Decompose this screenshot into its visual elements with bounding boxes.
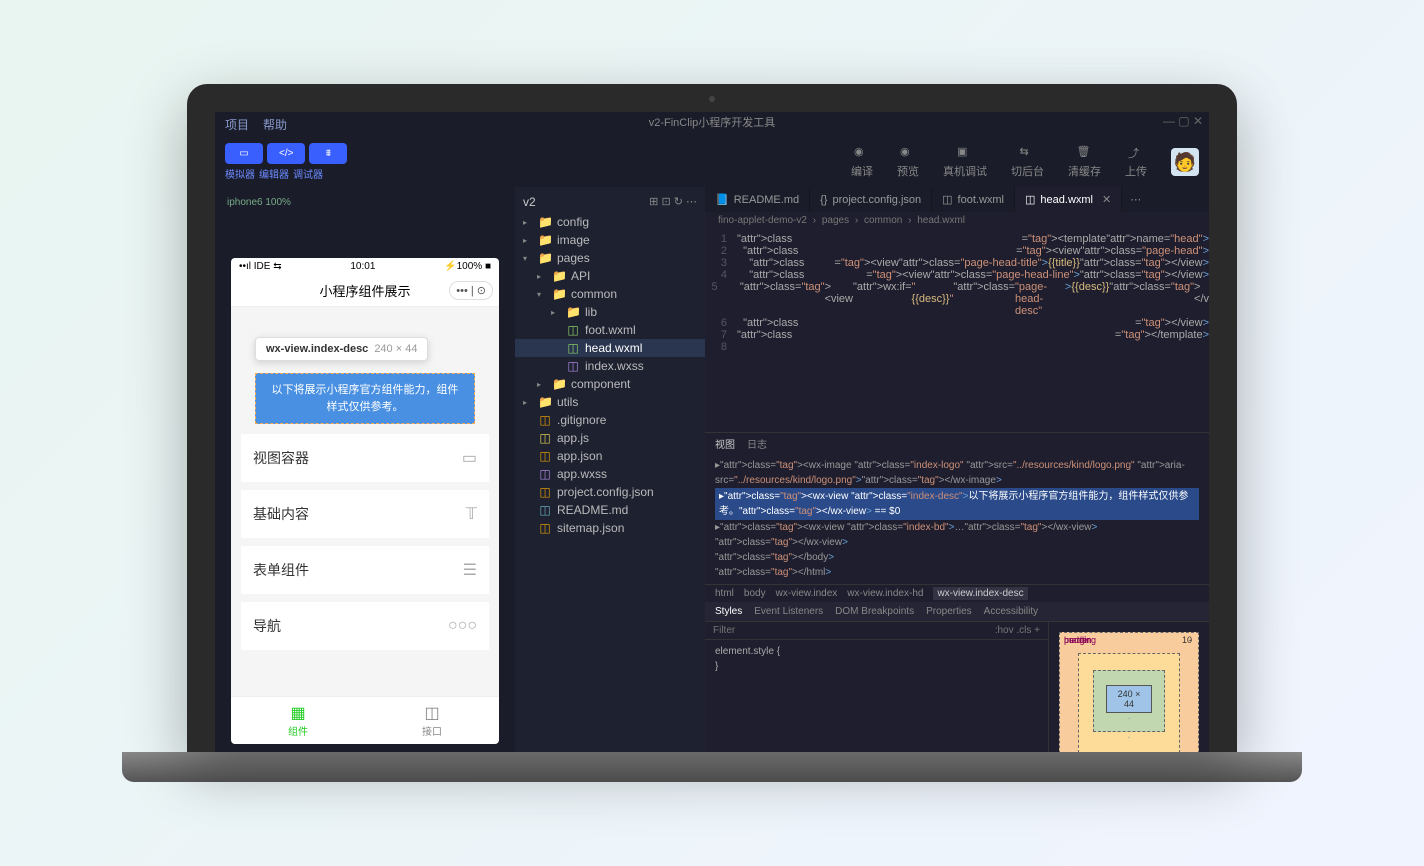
simulator-label: 模拟器 [225,166,255,181]
styles-tab[interactable]: Styles [715,606,742,617]
tab-api[interactable]: ◫接口 [365,697,499,744]
component-card[interactable]: 表单组件☰ [241,546,489,594]
editor-label: 编辑器 [259,166,289,181]
folder-item[interactable]: ▸📁component [515,375,705,393]
file-item[interactable]: ◫project.config.json [515,483,705,501]
folder-item[interactable]: ▸📁lib [515,303,705,321]
folder-item[interactable]: ▸📁utils [515,393,705,411]
toggle-simulator[interactable]: ▭ [225,143,263,164]
background-button[interactable]: ⇆切后台 [1003,145,1052,179]
explorer-actions[interactable]: ⊞ ⊡ ↻ ⋯ [649,195,697,209]
file-item[interactable]: ◫app.json [515,447,705,465]
dom-tree[interactable]: ▸"attr">class="tag"><wx-image "attr">cla… [705,454,1209,584]
file-item[interactable]: ◫index.wxss [515,357,705,375]
folder-item[interactable]: ▸📁config [515,213,705,231]
styles-filter[interactable] [713,625,995,636]
component-card[interactable]: 视图容器▭ [241,434,489,482]
file-item[interactable]: ◫sitemap.json [515,519,705,537]
menu-help[interactable]: 帮助 [263,116,287,133]
preview-button[interactable]: ◉预览 [889,145,927,179]
toggle-debugger[interactable]: ⩩ [309,143,347,164]
toolbar: ▭ </> ⩩ 模拟器 编辑器 调试器 ◉编译 ◉预览 ▣真机调试 ⇆切后台 🗑… [215,137,1209,187]
code-editor[interactable]: 1"attr">class="tag"><template "attr">nam… [705,229,1209,432]
devtools-tab-log[interactable]: 日志 [747,436,767,451]
styles-tab[interactable]: Properties [926,606,972,617]
editor-tabs: 📘README.md{}project.config.json◫foot.wxm… [705,187,1209,212]
app-title: 小程序组件展示 [319,281,410,300]
box-model: margin10 border- padding- 240 × 44 - - - [1049,622,1209,752]
styles-tab[interactable]: Accessibility [984,606,1038,617]
folder-item[interactable]: ▾📁common [515,285,705,303]
phone-preview: ••ıl IDE ⇆ 10:01 ⚡100% ■ 小程序组件展示 ••• | ⊙… [231,258,499,744]
file-item[interactable]: ◫app.wxss [515,465,705,483]
styles-tab[interactable]: Event Listeners [754,606,823,617]
folder-item[interactable]: ▸📁image [515,231,705,249]
menu-project[interactable]: 项目 [225,116,249,133]
devtools-panel: 视图 日志 ▸"attr">class="tag"><wx-image "att… [705,432,1209,752]
toggle-editor[interactable]: </> [267,143,305,164]
dom-breadcrumb[interactable]: htmlbodywx-view.indexwx-view.index-hdwx-… [705,584,1209,602]
file-item[interactable]: ◫README.md [515,501,705,519]
clear-cache-button[interactable]: 🗑清缓存 [1060,145,1109,179]
tabs-overflow[interactable]: ⋯ [1122,193,1149,206]
file-item[interactable]: ◫app.js [515,429,705,447]
capsule-button[interactable]: ••• | ⊙ [449,281,493,300]
component-card[interactable]: 基础内容𝕋 [241,490,489,538]
code-editor-panel: 📘README.md{}project.config.json◫foot.wxm… [705,187,1209,752]
user-avatar[interactable]: 🧑 [1171,148,1199,176]
styles-toggles[interactable]: :hov .cls + [995,625,1040,636]
file-item[interactable]: ◫.gitignore [515,411,705,429]
compile-button[interactable]: ◉编译 [843,145,881,179]
editor-tab[interactable]: ◫foot.wxml [932,187,1015,212]
phone-statusbar: ••ıl IDE ⇆ 10:01 ⚡100% ■ [231,258,499,275]
file-item[interactable]: ◫head.wxml [515,339,705,357]
folder-item[interactable]: ▸📁API [515,267,705,285]
window-title: v2-FinClip小程序开发工具 [647,112,778,132]
explorer-root[interactable]: v2 [523,195,536,209]
devtools-tab-view[interactable]: 视图 [715,436,735,451]
css-rules[interactable]: element.style {}</span><span class="css-… [705,640,1048,678]
tab-component[interactable]: ▦组件 [231,697,365,744]
editor-tab[interactable]: 📘README.md [705,187,810,212]
inspect-tooltip: wx-view.index-desc240 × 44 [255,337,428,361]
window-controls[interactable]: — ▢ ✕ [1163,114,1203,128]
breadcrumb[interactable]: fino-applet-demo-v2 › pages › common › h… [705,212,1209,229]
upload-button[interactable]: ⤴上传 [1117,145,1155,179]
simulator-panel: iphone6 100% ••ıl IDE ⇆ 10:01 ⚡100% ■ 小程… [215,187,515,752]
debugger-label: 调试器 [293,166,323,181]
device-info[interactable]: iphone6 100% [223,195,507,210]
file-explorer: v2 ⊞ ⊡ ↻ ⋯ ▸📁config▸📁image▾📁pages▸📁API▾📁… [515,187,705,752]
remote-debug-button[interactable]: ▣真机调试 [935,145,995,179]
editor-tab[interactable]: {}project.config.json [810,188,932,212]
file-item[interactable]: ◫foot.wxml [515,321,705,339]
folder-item[interactable]: ▾📁pages [515,249,705,267]
component-card[interactable]: 导航○○○ [241,602,489,650]
selected-element[interactable]: 以下将展示小程序官方组件能力，组件样式仅供参考。 [255,373,475,424]
styles-tab[interactable]: DOM Breakpoints [835,606,914,617]
editor-tab[interactable]: ◫head.wxml✕ [1015,187,1122,212]
